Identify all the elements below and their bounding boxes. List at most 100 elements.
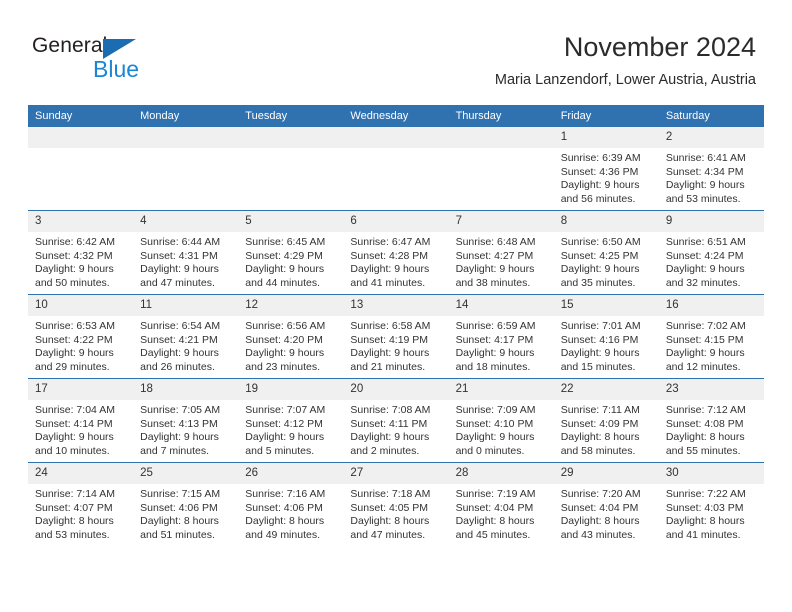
day-number: 28 [448, 463, 554, 484]
day-details: Sunrise: 7:14 AM Sunset: 4:07 PM Daylight:… [28, 484, 133, 542]
day-details: Sunrise: 7:04 AM Sunset: 4:14 PM Daylight:… [28, 400, 133, 458]
day-details: Sunrise: 7:12 AM Sunset: 4:08 PM Daylight:… [659, 400, 764, 458]
calendar-day-cell[interactable]: 12 Sunrise: 6:56 AM Sunset: 4:20 PM Dayligh… [238, 294, 344, 379]
daylight-text-line2: and 58 minutes. [560, 444, 636, 457]
calendar-day-cell[interactable]: 13 Sunrise: 6:58 AM Sunset: 4:19 PM Dayligh… [343, 294, 449, 379]
daylight-text-line2: and 47 minutes. [350, 528, 426, 541]
day-details: Sunrise: 6:42 AM Sunset: 4:32 PM Daylight:… [28, 232, 133, 290]
day-number: 19 [238, 379, 344, 400]
daylight-text-line2: and 15 minutes. [560, 360, 636, 373]
sunset-text: Sunset: 4:16 PM [560, 333, 639, 346]
weekday-header-friday: Friday [553, 105, 659, 127]
calendar-day-cell[interactable]: 2 Sunrise: 6:41 AM Sunset: 4:34 PM Daylight… [658, 127, 764, 211]
location-subtitle: Maria Lanzendorf, Lower Austria, Austria [494, 72, 756, 88]
day-details: Sunrise: 7:11 AM Sunset: 4:09 PM Daylight:… [554, 400, 659, 458]
daylight-text-line1: Daylight: 9 hours [350, 263, 430, 276]
sunrise-text: Sunrise: 6:42 AM [35, 236, 115, 248]
day-details: Sunrise: 7:01 AM Sunset: 4:16 PM Daylight:… [554, 316, 659, 374]
sunrise-sunset-calendar: Sunday Monday Tuesday Wednesday Thursday… [28, 105, 764, 546]
daylight-text-line2: and 0 minutes. [455, 444, 525, 457]
sunset-text: Sunset: 4:25 PM [560, 249, 639, 262]
sunset-text: Sunset: 4:06 PM [245, 501, 323, 514]
calendar-day-cell[interactable]: 10 Sunrise: 6:53 AM Sunset: 4:22 PM Dayligh… [28, 294, 134, 379]
daylight-text-line1: Daylight: 9 hours [350, 431, 430, 444]
calendar-day-cell[interactable]: 28 Sunrise: 7:19 AM Sunset: 4:04 PM Dayligh… [448, 462, 554, 546]
calendar-day-cell[interactable]: 17 Sunrise: 7:04 AM Sunset: 4:14 PM Dayligh… [28, 378, 134, 463]
calendar-day-cell[interactable]: 7 Sunrise: 6:48 AM Sunset: 4:27 PM Daylight… [448, 210, 554, 295]
daylight-text-line1: Daylight: 9 hours [35, 263, 114, 276]
calendar-page: General Blue November 2024 Maria Lanzend… [0, 0, 792, 612]
daylight-text-line2: and 26 minutes. [140, 360, 215, 373]
daylight-text-line1: Daylight: 9 hours [140, 263, 219, 276]
calendar-day-cell[interactable]: 11 Sunrise: 6:54 AM Sunset: 4:21 PM Dayligh… [133, 294, 239, 379]
calendar-day-cell[interactable]: 20 Sunrise: 7:08 AM Sunset: 4:11 PM Dayligh… [343, 378, 449, 463]
daylight-text-line2: and 49 minutes. [245, 528, 320, 541]
daylight-text-line1: Daylight: 9 hours [560, 179, 640, 192]
daylight-text-line1: Daylight: 9 hours [245, 431, 325, 444]
general-blue-logo[interactable]: General Blue [32, 34, 212, 86]
sunrise-text: Sunrise: 7:15 AM [140, 488, 221, 500]
calendar-day-cell[interactable]: 14 Sunrise: 6:59 AM Sunset: 4:17 PM Dayligh… [448, 294, 554, 379]
daylight-text-line1: Daylight: 8 hours [665, 431, 745, 444]
sunset-text: Sunset: 4:22 PM [35, 333, 113, 346]
daylight-text-line2: and 56 minutes. [560, 192, 636, 205]
sunset-text: Sunset: 4:04 PM [455, 501, 534, 514]
logo-text-blue: Blue [93, 56, 140, 82]
sunset-text: Sunset: 4:28 PM [350, 249, 429, 262]
calendar-day-cell[interactable]: 24 Sunrise: 7:14 AM Sunset: 4:07 PM Dayligh… [28, 462, 134, 546]
calendar-day-cell[interactable]: 1 Sunrise: 6:39 AM Sunset: 4:36 PM Daylight… [553, 127, 659, 211]
sunrise-text: Sunrise: 7:09 AM [455, 404, 536, 416]
daylight-text-line2: and 53 minutes. [665, 192, 741, 205]
calendar-day-cell-empty [28, 127, 134, 211]
calendar-day-cell[interactable]: 15 Sunrise: 7:01 AM Sunset: 4:16 PM Dayligh… [553, 294, 659, 379]
sunset-text: Sunset: 4:29 PM [245, 249, 323, 262]
calendar-day-cell[interactable]: 30 Sunrise: 7:22 AM Sunset: 4:03 PM Dayligh… [658, 462, 764, 546]
day-number: 11 [133, 295, 239, 316]
day-number: 25 [133, 463, 239, 484]
sunrise-text: Sunrise: 6:50 AM [560, 236, 641, 248]
sunset-text: Sunset: 4:12 PM [245, 417, 323, 430]
calendar-week-row: 24 Sunrise: 7:14 AM Sunset: 4:07 PM Dayligh… [28, 462, 764, 546]
sunrise-text: Sunrise: 6:45 AM [245, 236, 326, 248]
day-number: 16 [658, 295, 764, 316]
day-number: 23 [658, 379, 764, 400]
sunset-text: Sunset: 4:15 PM [665, 333, 744, 346]
sunset-text: Sunset: 4:09 PM [560, 417, 639, 430]
calendar-day-cell[interactable]: 26 Sunrise: 7:16 AM Sunset: 4:06 PM Dayligh… [238, 462, 344, 546]
sunset-text: Sunset: 4:07 PM [35, 501, 113, 514]
sunrise-text: Sunrise: 6:54 AM [140, 320, 221, 332]
calendar-day-cell[interactable]: 5 Sunrise: 6:45 AM Sunset: 4:29 PM Daylight… [238, 210, 344, 295]
weekday-header-wednesday: Wednesday [343, 105, 449, 127]
day-details: Sunrise: 6:56 AM Sunset: 4:20 PM Daylight:… [238, 316, 343, 374]
calendar-day-cell[interactable]: 4 Sunrise: 6:44 AM Sunset: 4:31 PM Daylight… [133, 210, 239, 295]
sunset-text: Sunset: 4:03 PM [665, 501, 744, 514]
calendar-week-row: 3 Sunrise: 6:42 AM Sunset: 4:32 PM Daylight… [28, 210, 764, 295]
daylight-text-line2: and 50 minutes. [35, 276, 110, 289]
calendar-day-cell[interactable]: 16 Sunrise: 7:02 AM Sunset: 4:15 PM Dayligh… [658, 294, 764, 379]
calendar-day-cell[interactable]: 3 Sunrise: 6:42 AM Sunset: 4:32 PM Daylight… [28, 210, 134, 295]
sunset-text: Sunset: 4:06 PM [140, 501, 218, 514]
calendar-day-cell[interactable]: 9 Sunrise: 6:51 AM Sunset: 4:24 PM Daylight… [658, 210, 764, 295]
daylight-text-line2: and 51 minutes. [140, 528, 215, 541]
daylight-text-line2: and 43 minutes. [560, 528, 636, 541]
day-number: 10 [28, 295, 134, 316]
calendar-day-cell[interactable]: 27 Sunrise: 7:18 AM Sunset: 4:05 PM Dayligh… [343, 462, 449, 546]
sunset-text: Sunset: 4:21 PM [140, 333, 218, 346]
day-details: Sunrise: 7:02 AM Sunset: 4:15 PM Daylight:… [659, 316, 764, 374]
calendar-day-cell[interactable]: 25 Sunrise: 7:15 AM Sunset: 4:06 PM Dayligh… [133, 462, 239, 546]
daylight-text-line2: and 35 minutes. [560, 276, 636, 289]
calendar-day-cell[interactable]: 6 Sunrise: 6:47 AM Sunset: 4:28 PM Daylight… [343, 210, 449, 295]
sunrise-text: Sunrise: 6:44 AM [140, 236, 221, 248]
daylight-text-line2: and 7 minutes. [140, 444, 210, 457]
sunset-text: Sunset: 4:34 PM [665, 165, 744, 178]
day-number: 9 [658, 211, 764, 232]
day-number [133, 127, 239, 148]
calendar-day-cell[interactable]: 22 Sunrise: 7:11 AM Sunset: 4:09 PM Dayligh… [553, 378, 659, 463]
calendar-day-cell[interactable]: 8 Sunrise: 6:50 AM Sunset: 4:25 PM Daylight… [553, 210, 659, 295]
calendar-day-cell[interactable]: 18 Sunrise: 7:05 AM Sunset: 4:13 PM Dayligh… [133, 378, 239, 463]
calendar-day-cell[interactable]: 19 Sunrise: 7:07 AM Sunset: 4:12 PM Dayligh… [238, 378, 344, 463]
calendar-day-cell[interactable]: 29 Sunrise: 7:20 AM Sunset: 4:04 PM Dayligh… [553, 462, 659, 546]
calendar-day-cell[interactable]: 21 Sunrise: 7:09 AM Sunset: 4:10 PM Dayligh… [448, 378, 554, 463]
sunset-text: Sunset: 4:10 PM [455, 417, 534, 430]
calendar-day-cell[interactable]: 23 Sunrise: 7:12 AM Sunset: 4:08 PM Dayligh… [658, 378, 764, 463]
